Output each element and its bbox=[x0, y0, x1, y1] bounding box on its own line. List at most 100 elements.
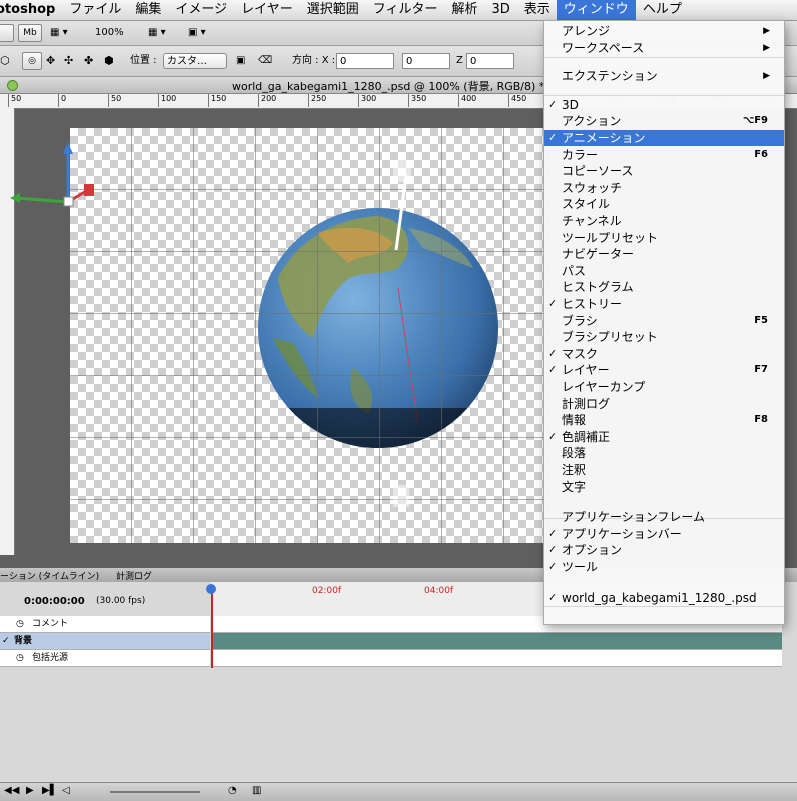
checkmark-icon: ✓ bbox=[548, 363, 558, 377]
menu-item-label: コピーソース bbox=[562, 164, 634, 179]
next-frame-icon[interactable]: ▶▌ bbox=[42, 785, 57, 796]
menu-window[interactable]: ウィンドウ bbox=[556, 0, 636, 20]
trash-icon[interactable]: ▥ bbox=[252, 785, 261, 796]
menu-bar: otoshop ファイル 編集 イメージ レイヤー 選択範囲 フィルター 解析 … bbox=[0, 0, 797, 21]
menu-item-label: ワークスペース bbox=[562, 40, 645, 55]
arrange-documents-icon[interactable]: ▦ ▾ bbox=[148, 25, 166, 41]
layer-row-background[interactable]: ✓ 背景 bbox=[0, 633, 210, 650]
menu-item-12[interactable]: ナビゲーター bbox=[544, 246, 784, 262]
menu-item-20[interactable]: レイヤーカンプ bbox=[544, 379, 784, 395]
tab-measurement-log[interactable]: 計測ログ bbox=[116, 569, 152, 582]
menu-item-10[interactable]: チャンネル bbox=[544, 213, 784, 229]
menu-image[interactable]: イメージ bbox=[168, 0, 234, 20]
x-field[interactable]: 0 bbox=[336, 53, 394, 69]
menu-item-5[interactable]: ✓ アニメーション bbox=[544, 130, 784, 146]
checkmark-icon: ✓ bbox=[548, 97, 558, 111]
menu-analysis[interactable]: 解析 bbox=[444, 0, 484, 20]
playhead-handle-icon[interactable] bbox=[206, 584, 216, 594]
menu-item-24[interactable]: 段落 bbox=[544, 445, 784, 461]
first-frame-icon[interactable]: ◀◀ bbox=[4, 785, 19, 796]
menu-3d[interactable]: 3D bbox=[485, 0, 517, 20]
menu-item-25[interactable]: 注釈 bbox=[544, 462, 784, 478]
checkmark-icon: ✓ bbox=[548, 429, 558, 443]
ruler-tick-label: 100 bbox=[158, 94, 176, 107]
layer-row-global-light[interactable]: ◷ 包括光源 bbox=[0, 650, 210, 667]
menu-item-label: エクステンション bbox=[562, 69, 658, 84]
menu-item-21[interactable]: 計測ログ bbox=[544, 396, 784, 412]
menu-item-23[interactable]: ✓ 色調補正 bbox=[544, 429, 784, 445]
onion-skin-icon[interactable]: ◔ bbox=[228, 785, 237, 796]
stopwatch-icon[interactable]: ◷ bbox=[16, 650, 24, 666]
menu-item-11[interactable]: ツールプリセット bbox=[544, 230, 784, 246]
menu-file[interactable]: ファイル bbox=[62, 0, 128, 20]
track-background[interactable] bbox=[211, 633, 782, 650]
menu-item-9[interactable]: スタイル bbox=[544, 196, 784, 212]
zoom-slider[interactable] bbox=[110, 791, 200, 793]
menu-item-27[interactable]: アプリケーションフレーム bbox=[544, 509, 784, 525]
menu-item-7[interactable]: コピーソース bbox=[544, 163, 784, 179]
frame-rate: (30.00 fps) bbox=[96, 596, 146, 606]
menu-item-1[interactable]: ワークスペース ▶ bbox=[544, 40, 784, 56]
expand-icon[interactable]: ✓ bbox=[2, 633, 10, 649]
play-icon[interactable]: ▶ bbox=[26, 785, 34, 796]
menu-item-label: レイヤー bbox=[562, 363, 610, 378]
ruler-tick-label: 200 bbox=[258, 94, 276, 107]
stopwatch-icon[interactable]: ◷ bbox=[16, 616, 24, 632]
position-select[interactable]: カスタ… bbox=[163, 53, 227, 69]
menu-item-4[interactable]: アクション ⌥F9 bbox=[544, 113, 784, 129]
zoom-level[interactable]: 100% bbox=[95, 25, 124, 41]
audio-icon[interactable]: ◁ bbox=[62, 785, 70, 796]
menu-item-26[interactable]: 文字 bbox=[544, 479, 784, 495]
slide-3d-icon[interactable]: ✣ bbox=[64, 53, 73, 69]
screen-mode-icon[interactable]: ▣ ▾ bbox=[188, 25, 206, 41]
menu-item-19[interactable]: ✓ レイヤー F7 bbox=[544, 362, 784, 378]
document-title: world_ga_kabegami1_1280_.psd @ 100% (背景,… bbox=[232, 80, 545, 93]
menu-edit[interactable]: 編集 bbox=[128, 0, 168, 20]
save-icon[interactable]: ▣ bbox=[236, 53, 245, 69]
menu-item-0[interactable]: アレンジ ▶ bbox=[544, 23, 784, 39]
roll-3d-icon[interactable]: ◎ bbox=[22, 52, 42, 70]
menu-item-13[interactable]: パス bbox=[544, 263, 784, 279]
tab-animation[interactable]: ーション (タイムライン) bbox=[0, 569, 99, 582]
menu-view[interactable]: 表示 bbox=[517, 0, 557, 20]
z-field[interactable]: 0 bbox=[466, 53, 514, 69]
checkmark-icon: ✓ bbox=[548, 560, 558, 573]
menu-layer[interactable]: レイヤー bbox=[234, 0, 300, 20]
3d-axis-widget[interactable] bbox=[8, 140, 98, 220]
delete-icon[interactable]: ⌫ bbox=[258, 53, 272, 69]
layer-row-comment[interactable]: ◷ コメント bbox=[0, 616, 210, 633]
menu-item-8[interactable]: スウォッチ bbox=[544, 180, 784, 196]
menu-item-31[interactable]: ✓ world_ga_kabegami1_1280_.psd bbox=[544, 590, 784, 606]
menu-item-17[interactable]: ブラシプリセット bbox=[544, 329, 784, 345]
track-global-light[interactable] bbox=[211, 650, 782, 667]
menu-item-label: ツールプリセット bbox=[562, 230, 659, 245]
app-menu[interactable]: otoshop bbox=[0, 0, 62, 20]
menu-item-30[interactable]: ✓ ツール bbox=[544, 559, 784, 575]
menu-item-14[interactable]: ヒストグラム bbox=[544, 279, 784, 295]
pan-3d-icon[interactable]: ✥ bbox=[46, 53, 55, 69]
menu-item-15[interactable]: ✓ ヒストリー bbox=[544, 296, 784, 312]
playhead[interactable] bbox=[211, 586, 213, 668]
menu-item-18[interactable]: ✓ マスク bbox=[544, 346, 784, 362]
time-mark-2s: 02:00f bbox=[312, 586, 342, 596]
menu-filter[interactable]: フィルター bbox=[366, 0, 445, 20]
zoom-button-icon[interactable] bbox=[7, 80, 18, 91]
menu-item-6[interactable]: カラー F6 bbox=[544, 147, 784, 163]
menu-item-29[interactable]: ✓ オプション bbox=[544, 542, 784, 558]
menu-item-3[interactable]: ✓ 3D bbox=[544, 97, 784, 113]
menu-item-label: スタイル bbox=[562, 197, 611, 212]
menu-item-16[interactable]: ブラシ F5 bbox=[544, 313, 784, 329]
mode-icon[interactable] bbox=[0, 24, 14, 42]
minibridge-button[interactable]: Mb bbox=[18, 24, 42, 42]
menu-item-28[interactable]: ✓ アプリケーションバー bbox=[544, 526, 784, 542]
view-extras-icon[interactable]: ▦ ▾ bbox=[50, 25, 68, 41]
scale-3d-icon[interactable]: ✤ bbox=[84, 53, 93, 69]
y-field[interactable]: 0 bbox=[402, 53, 450, 69]
menu-help[interactable]: ヘルプ bbox=[636, 0, 689, 20]
menu-select[interactable]: 選択範囲 bbox=[300, 0, 366, 20]
menu-item-22[interactable]: 情報 F8 bbox=[544, 412, 784, 428]
rotate-3d-icon[interactable]: ⬡ bbox=[0, 53, 10, 69]
cube-icon[interactable]: ⬢ bbox=[104, 53, 114, 69]
menu-item-2[interactable]: エクステンション ▶ bbox=[544, 68, 784, 84]
window-menu-dropdown: アレンジ ▶ ワークスペース ▶ エクステンション ▶ ✓ 3D アクション ⌥F9 ✓ アニメーショ… bbox=[543, 20, 785, 625]
